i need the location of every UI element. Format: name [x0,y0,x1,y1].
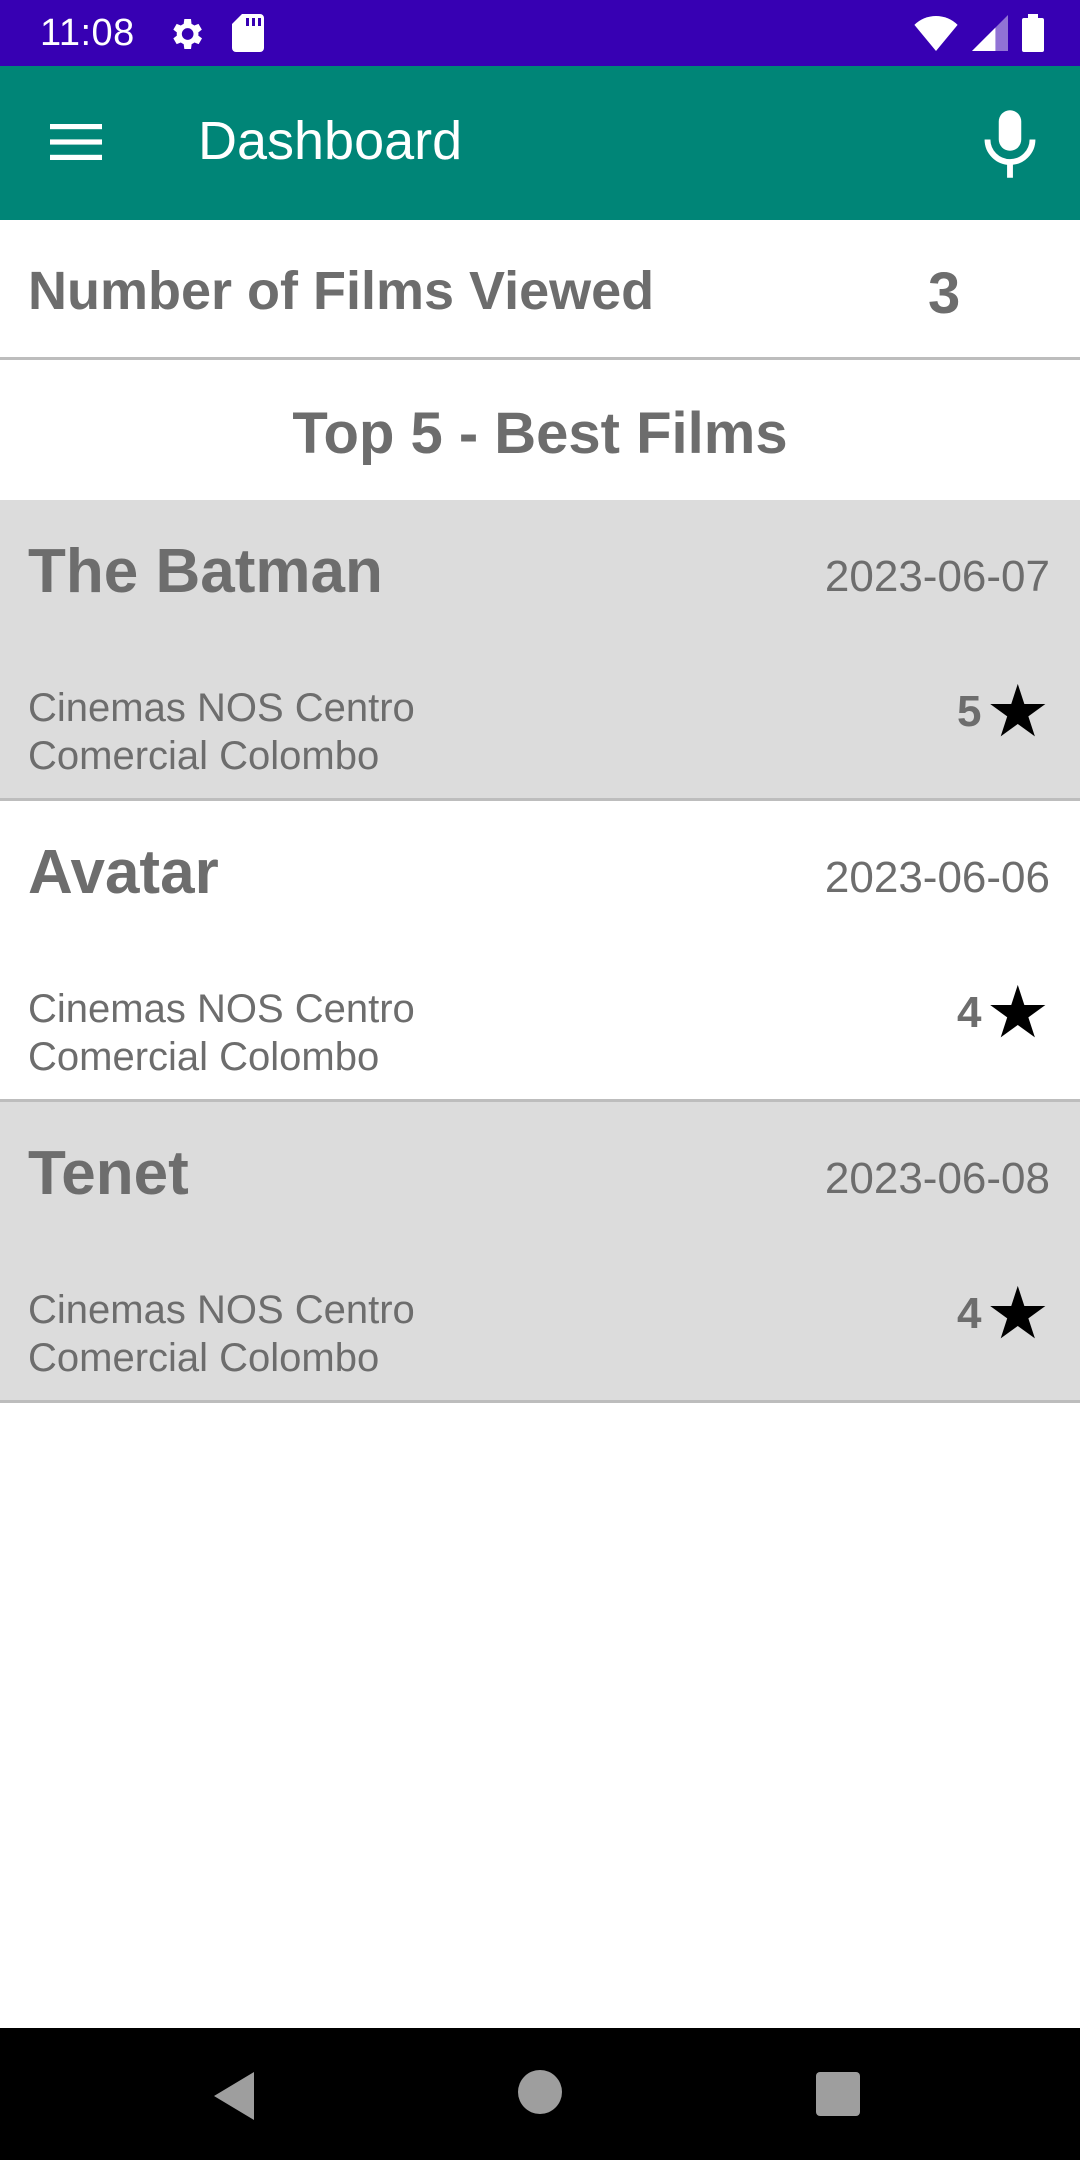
film-card[interactable]: The Batman 2023-06-07 Cinemas NOS Centro… [0,500,1080,801]
top-films-heading: Top 5 - Best Films [292,401,788,466]
film-rating: 4 ★ [957,1278,1050,1350]
sd-card-icon [232,14,264,52]
voice-button[interactable] [970,106,1050,186]
recents-icon[interactable] [816,2072,860,2116]
film-date: 2023-06-07 [824,552,1050,601]
films-viewed-count: 3 [928,261,961,326]
films-viewed-label: Number of Films Viewed [28,261,655,321]
film-list: The Batman 2023-06-07 Cinemas NOS Centro… [0,500,1080,1403]
microphone-icon [983,109,1037,183]
film-rating: 5 ★ [957,676,1050,748]
cell-signal-icon [972,15,1008,56]
status-time: 11:08 [40,12,135,54]
film-date: 2023-06-06 [824,853,1050,902]
back-icon[interactable] [210,2070,270,2130]
rating-value: 4 [956,988,982,1037]
film-title: Tenet [28,1139,189,1208]
rating-value: 4 [956,1289,982,1338]
battery-icon [1022,14,1044,57]
hamburger-menu-icon [50,122,102,167]
star-icon: ★ [985,672,1050,752]
app-bar: Dashboard [0,66,1080,220]
films-viewed-summary: Number of Films Viewed 3 [0,220,1080,360]
status-icons [914,14,1044,57]
screen: 11:08 Dashboard Number of Films Viewed 3… [0,0,1080,2160]
film-card[interactable]: Tenet 2023-06-08 Cinemas NOS Centro Come… [0,1102,1080,1403]
wifi-icon [914,15,958,56]
menu-button[interactable] [28,104,128,184]
system-nav-bar [0,2028,1080,2160]
film-title: The Batman [28,537,383,606]
film-card[interactable]: Avatar 2023-06-06 Cinemas NOS Centro Com… [0,801,1080,1102]
status-bar: 11:08 [0,0,1080,66]
star-icon: ★ [985,973,1050,1053]
page-title: Dashboard [198,111,463,171]
film-rating: 4 ★ [957,977,1050,1049]
rating-value: 5 [956,687,982,736]
film-cinema: Cinemas NOS Centro Comercial Colombo [28,1288,415,1380]
settings-gear-icon [166,14,206,54]
star-icon: ★ [985,1274,1050,1354]
home-icon[interactable] [518,2070,562,2114]
film-cinema: Cinemas NOS Centro Comercial Colombo [28,686,415,778]
film-cinema: Cinemas NOS Centro Comercial Colombo [28,987,415,1079]
film-date: 2023-06-08 [824,1154,1050,1203]
film-title: Avatar [28,838,219,907]
